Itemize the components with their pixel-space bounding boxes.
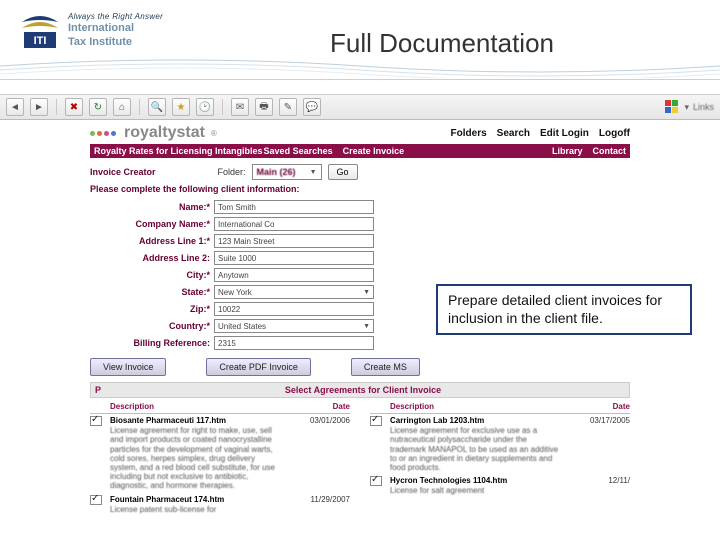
zip-label: Zip: <box>90 304 210 314</box>
favorites-button[interactable]: ★ <box>172 98 190 116</box>
agreement-date: 03/01/2006 <box>290 416 350 491</box>
country-label: Country: <box>90 321 210 331</box>
country-select[interactable]: United States <box>214 319 374 333</box>
agreement-description: Hycron Technologies 1104.htmLicense for … <box>390 476 562 495</box>
agreement-description: Carrington Lab 1203.htmLicense agreement… <box>390 416 562 472</box>
refresh-button[interactable]: ↻ <box>89 98 107 116</box>
brand-name: royaltystat <box>124 124 205 142</box>
nav-logoff[interactable]: Logoff <box>599 128 630 139</box>
addr1-field[interactable]: 123 Main Street <box>214 234 374 248</box>
col-date-head: Date <box>570 402 630 411</box>
edit-button[interactable]: ✎ <box>279 98 297 116</box>
addr2-field[interactable]: Suite 1000 <box>214 251 374 265</box>
toolbar-right: ▾ Links <box>664 99 714 115</box>
logo-line2: Tax Institute <box>68 37 163 49</box>
home-button[interactable]: ⌂ <box>113 98 131 116</box>
state-select[interactable]: New York <box>214 285 374 299</box>
slide-header: ITI Always the Right Answer Internationa… <box>0 0 720 80</box>
agreements-table: Description Date Biosante Pharmaceuti 11… <box>90 402 630 518</box>
city-label: City: <box>90 270 210 280</box>
logo-tagline: Always the Right Answer <box>68 12 163 21</box>
history-button[interactable]: 🕑 <box>196 98 214 116</box>
company-field[interactable]: International Co <box>214 217 374 231</box>
brand-dots-icon <box>90 131 116 136</box>
mail-button[interactable]: ✉ <box>231 98 249 116</box>
windows-flag-icon <box>664 99 680 115</box>
links-label[interactable]: Links <box>693 102 714 112</box>
company-label: Company Name: <box>90 219 210 229</box>
name-field[interactable]: Tom Smith <box>214 200 374 214</box>
col-description-head: Description <box>110 402 282 411</box>
col-checkbox-head <box>370 402 382 411</box>
agreement-checkbox[interactable] <box>90 416 102 426</box>
agreement-checkbox[interactable] <box>370 416 382 426</box>
slide-title: Full Documentation <box>330 28 554 59</box>
col-description-head: Description <box>390 402 562 411</box>
create-ms-button[interactable]: Create MS <box>351 358 420 376</box>
subnav-saved-searches[interactable]: Saved Searches <box>264 146 333 156</box>
folder-select[interactable]: Main (26) <box>252 164 322 180</box>
discuss-button[interactable]: 💬 <box>303 98 321 116</box>
registered-icon: ® <box>211 129 217 138</box>
agreement-date: 12/11/ <box>570 476 630 495</box>
addr2-label: Address Line 2: <box>90 253 210 263</box>
name-label: Name: <box>90 202 210 212</box>
iti-logo-icon: ITI <box>18 8 62 52</box>
logo-line1: International <box>68 23 163 35</box>
agreement-checkbox[interactable] <box>90 495 102 505</box>
search-button[interactable]: 🔍 <box>148 98 166 116</box>
billing-label: Billing Reference: <box>90 338 210 348</box>
select-agreements-bar: P Select Agreements for Client Invoice <box>90 382 630 398</box>
agreement-row: Hycron Technologies 1104.htmLicense for … <box>370 476 630 495</box>
subnav-library[interactable]: Library <box>552 146 583 156</box>
agreement-description: Biosante Pharmaceuti 117.htmLicense agre… <box>110 416 282 491</box>
zip-field[interactable]: 10022 <box>214 302 374 316</box>
agreement-row: Carrington Lab 1203.htmLicense agreement… <box>370 416 630 472</box>
go-button[interactable]: Go <box>328 164 358 180</box>
agreements-col-right: Description Date Carrington Lab 1203.htm… <box>370 402 630 518</box>
nav-search[interactable]: Search <box>497 128 530 139</box>
back-button[interactable]: ◄ <box>6 98 24 116</box>
svg-text:ITI: ITI <box>34 35 47 47</box>
forward-button[interactable]: ► <box>30 98 48 116</box>
agreement-description: Fountain Pharmaceut 174.htmLicense paten… <box>110 495 282 514</box>
billing-field[interactable]: 2315 <box>214 336 374 350</box>
select-agreements-title: Select Agreements for Client Invoice <box>101 385 625 395</box>
agreement-row: Fountain Pharmaceut 174.htmLicense paten… <box>90 495 350 514</box>
agreement-row: Biosante Pharmaceuti 117.htmLicense agre… <box>90 416 350 491</box>
browser-toolbar: ◄ ► ✖ ↻ ⌂ 🔍 ★ 🕑 ✉ 🖶 ✎ 💬 ▾ Links <box>0 94 720 120</box>
royaltystat-header: royaltystat ® Folders Search Edit Login … <box>90 124 630 142</box>
agreements-col-left: Description Date Biosante Pharmaceuti 11… <box>90 402 350 518</box>
folder-label: Folder: <box>218 167 246 177</box>
print-button[interactable]: 🖶 <box>255 98 273 116</box>
annotation-callout: Prepare detailed client invoices for inc… <box>436 284 692 335</box>
iti-logo: ITI Always the Right Answer Internationa… <box>18 8 163 52</box>
nav-edit-login[interactable]: Edit Login <box>540 128 589 139</box>
state-label: State: <box>90 287 210 297</box>
city-field[interactable]: Anytown <box>214 268 374 282</box>
addr1-label: Address Line 1: <box>90 236 210 246</box>
invoice-actions: View Invoice Create PDF Invoice Create M… <box>90 358 630 376</box>
subnav-create-invoice[interactable]: Create Invoice <box>343 146 405 156</box>
top-nav: Folders Search Edit Login Logoff <box>451 128 630 139</box>
col-date-head: Date <box>290 402 350 411</box>
view-invoice-button[interactable]: View Invoice <box>90 358 166 376</box>
subnav-title: Royalty Rates for Licensing Intangibles <box>94 146 263 156</box>
col-checkbox-head <box>90 402 102 411</box>
invoice-creator-heading: Invoice Creator <box>90 167 156 177</box>
sub-nav-bar: Royalty Rates for Licensing Intangibles … <box>90 144 630 158</box>
subnav-contact[interactable]: Contact <box>593 146 627 156</box>
agreement-date: 11/29/2007 <box>290 495 350 514</box>
nav-folders[interactable]: Folders <box>451 128 487 139</box>
form-instruction: Please complete the following client inf… <box>90 184 630 194</box>
agreement-checkbox[interactable] <box>370 476 382 486</box>
stop-button[interactable]: ✖ <box>65 98 83 116</box>
agreement-date: 03/17/2005 <box>570 416 630 472</box>
create-pdf-button[interactable]: Create PDF Invoice <box>206 358 311 376</box>
